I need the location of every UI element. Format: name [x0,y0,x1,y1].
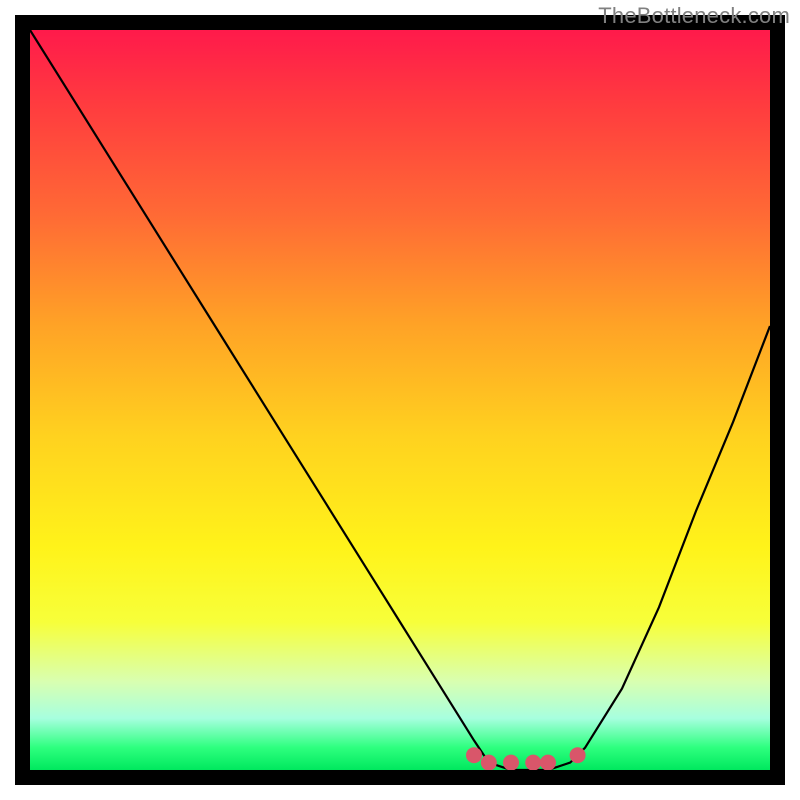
attribution-text: TheBottleneck.com [598,3,790,29]
plot-background [30,30,770,770]
